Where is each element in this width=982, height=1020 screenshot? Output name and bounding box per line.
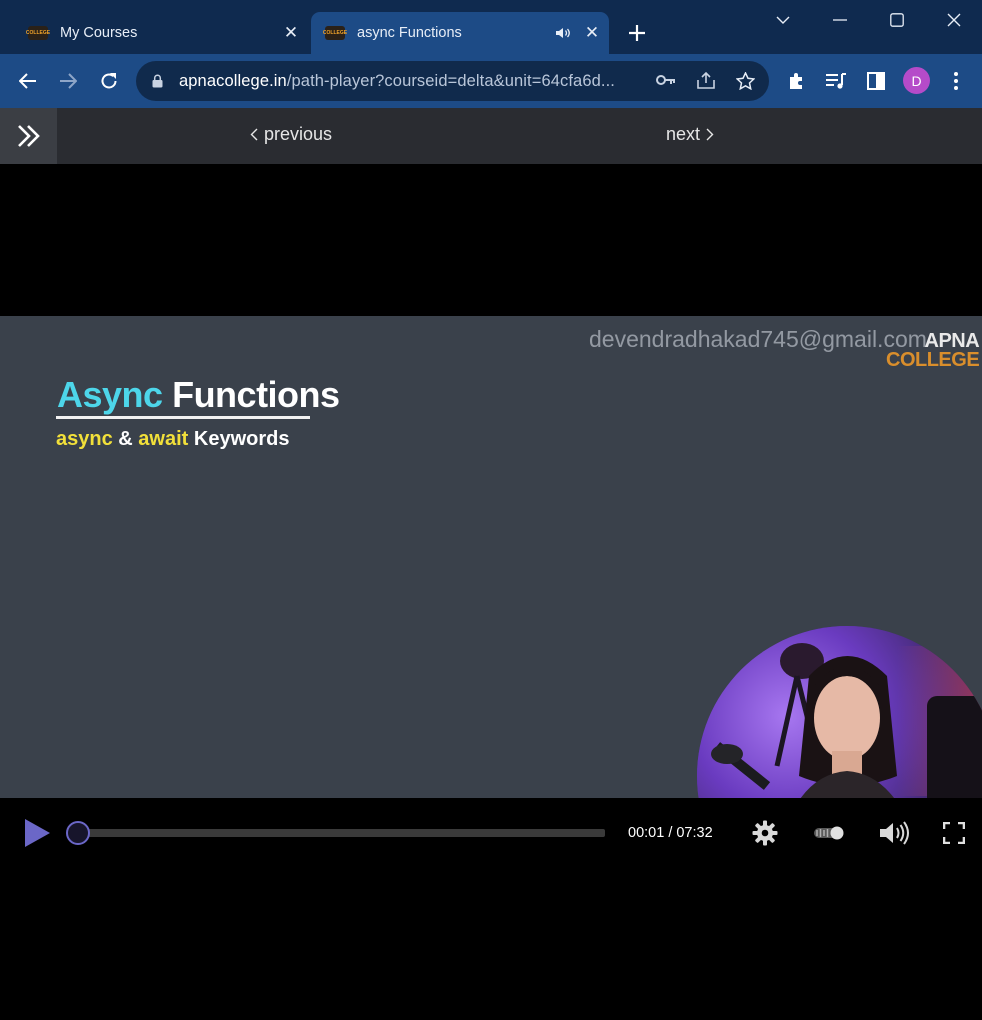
plus-icon xyxy=(629,25,645,41)
ampersand: & xyxy=(118,428,133,450)
forward-button[interactable] xyxy=(53,66,83,96)
maximize-button[interactable] xyxy=(877,6,917,34)
back-button[interactable] xyxy=(13,66,43,96)
play-icon xyxy=(25,819,50,847)
tab-my-courses[interactable]: COLLEGE My Courses ✕ xyxy=(14,12,308,54)
chevron-left-icon xyxy=(250,128,258,141)
minimize-icon xyxy=(833,19,847,21)
url-path: /path-player?courseid=delta&unit=64cfa6d… xyxy=(286,72,615,90)
tab-search-button[interactable] xyxy=(763,6,803,34)
chevron-right-icon xyxy=(706,128,714,141)
tab-async-functions[interactable]: COLLEGE async Functions ✕ xyxy=(311,12,609,54)
media-control-button[interactable] xyxy=(821,66,851,96)
close-window-button[interactable] xyxy=(934,6,974,34)
tab-title: async Functions xyxy=(357,25,462,41)
seek-thumb[interactable] xyxy=(66,821,91,845)
video-controls: 00:01 / 07:32 xyxy=(0,798,982,868)
address-bar[interactable]: apnacollege.in/path-player?courseid=delt… xyxy=(136,61,769,101)
slide-subtitle: async & await Keywords xyxy=(56,428,289,451)
chevron-down-icon xyxy=(776,16,790,24)
browser-tab-strip: COLLEGE My Courses ✕ COLLEGE async Funct… xyxy=(0,0,982,54)
slide-title: Async Functions xyxy=(57,374,340,416)
side-panel-icon xyxy=(867,72,885,90)
logo-line-2: COLLEGE xyxy=(886,349,980,371)
puzzle-icon xyxy=(790,73,802,89)
slide-title-word-2: Functions xyxy=(172,374,340,415)
keyword-await: await xyxy=(138,428,189,450)
seek-bar[interactable] xyxy=(70,829,605,837)
side-panel-button[interactable] xyxy=(861,66,891,96)
queue-music-icon xyxy=(826,73,846,89)
presenter-image xyxy=(697,626,982,798)
bookmark-star-icon[interactable] xyxy=(735,71,756,95)
lesson-nav-bar: previous next xyxy=(0,108,982,164)
lock-icon[interactable] xyxy=(152,74,163,93)
volume-button[interactable] xyxy=(878,818,910,848)
fullscreen-button[interactable] xyxy=(939,818,969,848)
minimize-button[interactable] xyxy=(820,6,860,34)
double-chevron-right-icon xyxy=(17,125,40,147)
fullscreen-icon xyxy=(943,822,965,844)
apna-college-favicon-icon: COLLEGE xyxy=(323,26,347,40)
next-label: next xyxy=(666,124,701,144)
close-tab-icon[interactable]: ✕ xyxy=(280,22,302,44)
keyword-async: async xyxy=(56,428,113,450)
toggle-icon xyxy=(814,826,844,840)
maximize-icon xyxy=(890,13,904,27)
reload-icon xyxy=(101,73,117,89)
extensions-button[interactable] xyxy=(782,66,812,96)
presenter-webcam-bubble xyxy=(697,626,982,798)
gear-icon xyxy=(752,820,778,846)
play-button[interactable] xyxy=(22,817,52,849)
reload-button[interactable] xyxy=(94,66,124,96)
previous-lesson-link[interactable]: previous xyxy=(250,124,332,145)
speaker-icon[interactable] xyxy=(555,26,571,40)
key-icon[interactable] xyxy=(656,73,676,92)
tab-title: My Courses xyxy=(60,25,138,41)
apna-college-favicon-icon: COLLEGE xyxy=(26,26,50,40)
next-lesson-link[interactable]: next xyxy=(666,124,714,145)
arrow-right-icon xyxy=(60,73,77,89)
keywords-text: Keywords xyxy=(193,428,290,450)
sidebar-toggle-button[interactable] xyxy=(0,108,57,164)
url-host: apnacollege.in xyxy=(179,72,287,90)
arrow-left-icon xyxy=(19,73,36,89)
share-icon[interactable] xyxy=(696,71,716,95)
profile-avatar[interactable]: D xyxy=(903,67,930,94)
browser-menu-button[interactable] xyxy=(941,66,971,96)
video-frame[interactable]: devendradhakad745@gmail.com APNA COLLEGE… xyxy=(0,316,982,798)
close-tab-icon[interactable]: ✕ xyxy=(581,22,603,44)
apna-college-logo: APNA COLLEGE xyxy=(886,331,980,371)
slide-title-underline xyxy=(56,416,310,419)
autoplay-toggle[interactable] xyxy=(813,818,845,848)
more-vertical-icon xyxy=(954,72,958,90)
browser-toolbar: apnacollege.in/path-player?courseid=delt… xyxy=(0,54,982,108)
new-tab-button[interactable] xyxy=(624,20,650,46)
slide-title-word-1: Async xyxy=(57,374,163,415)
user-email-watermark: devendradhakad745@gmail.com xyxy=(589,326,927,352)
previous-label: previous xyxy=(264,124,333,144)
volume-icon xyxy=(880,821,909,845)
settings-button[interactable] xyxy=(750,818,780,848)
time-display: 00:01 / 07:32 xyxy=(628,825,713,841)
url-text: apnacollege.in/path-player?courseid=delt… xyxy=(179,72,615,91)
close-icon xyxy=(947,13,961,27)
